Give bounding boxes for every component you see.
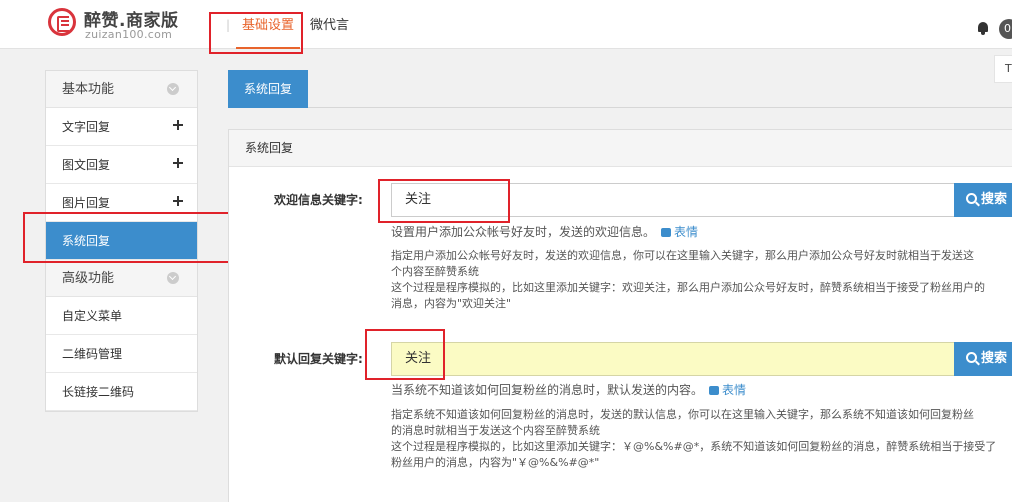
sidebar-item-label: 图片回复	[62, 196, 111, 210]
welcome-hint-text: 设置用户添加公众帐号好友时，发送的欢迎信息。	[391, 225, 656, 239]
desc-line: 粉丝用户的消息，内容为"￥@%&%#@*"	[391, 456, 600, 469]
sidebar-group-label: 高级功能	[62, 271, 115, 286]
sidebar-group-basic[interactable]: 基本功能	[46, 71, 197, 108]
welcome-hint: 设置用户添加公众帐号好友时，发送的欢迎信息。 表情	[391, 223, 698, 240]
emoticon-icon[interactable]	[661, 228, 672, 237]
chevron-down-icon	[167, 272, 179, 284]
highlight-default-input	[365, 329, 445, 380]
desc-line: 的消息时就相当于发送这个内容至醉赞系统	[391, 424, 600, 437]
desc-line: 这个过程是程序模拟的，比如这里添加关键字：￥@%&%#@*，系统不知道该如何回复…	[391, 440, 997, 453]
sidebar-item-qrcode-manage[interactable]: 二维码管理	[46, 335, 197, 373]
highlight-welcome-input	[378, 179, 510, 223]
panel-title: 系统回复	[229, 130, 1012, 167]
plus-icon[interactable]	[173, 196, 183, 206]
sidebar-item-label: 图文回复	[62, 158, 111, 172]
sidebar-item-custom-menu[interactable]: 自定义菜单	[46, 297, 197, 335]
user-badge[interactable]: 0	[999, 19, 1012, 39]
top-header: 醉赞.商家版 zuizan100.com | 基础设置 微代言 0	[0, 0, 1012, 49]
logo[interactable]: 醉赞.商家版 zuizan100.com	[48, 6, 228, 42]
highlight-nav-basic-settings	[209, 12, 303, 54]
tab-system-reply[interactable]: 系统回复	[228, 70, 308, 108]
search-icon	[966, 193, 977, 204]
desc-line: 这个过程是程序模拟的，比如这里添加关键字：欢迎关注，那么用户添加公众号好友时，醉…	[391, 281, 985, 294]
search-button-label: 搜索	[981, 351, 1008, 366]
sidebar-item-label: 长链接二维码	[62, 385, 135, 399]
sidebar-item-label: 文字回复	[62, 120, 111, 134]
system-reply-panel: 系统回复 欢迎信息关键字: 关注 搜索 设置用户添加公众帐号好友时，发送的欢迎信…	[228, 129, 1012, 502]
sidebar-item-label: 自定义菜单	[62, 309, 123, 323]
sidebar-group-label: 基本功能	[62, 82, 115, 97]
welcome-description: 指定用户添加公众帐号好友时，发送的欢迎信息，你可以在这里输入关键字，那么用户添加…	[391, 248, 985, 312]
emoticon-icon[interactable]	[709, 386, 720, 395]
default-search-button[interactable]: 搜索	[954, 342, 1012, 376]
right-edge-tip: T	[994, 55, 1012, 83]
search-button-label: 搜索	[981, 192, 1008, 207]
default-description: 指定系统不知道该如何回复粉丝的消息时，发送的默认信息，你可以在这里输入关键字，那…	[391, 407, 996, 471]
desc-line: 指定系统不知道该如何回复粉丝的消息时，发送的默认信息，你可以在这里输入关键字，那…	[391, 408, 974, 421]
logo-subtitle: zuizan100.com	[85, 28, 173, 41]
default-emote-link[interactable]: 表情	[722, 383, 746, 397]
chevron-down-icon	[167, 83, 179, 95]
default-keyword-label: 默认回复关键字:	[274, 352, 363, 366]
logo-icon	[48, 8, 76, 36]
welcome-keyword-label: 欢迎信息关键字:	[274, 193, 363, 207]
default-hint-text: 当系统不知道该如何回复粉丝的消息时，默认发送的内容。	[391, 383, 704, 397]
search-icon	[966, 352, 977, 363]
desc-line: 消息，内容为"欢迎关注"	[391, 297, 512, 310]
welcome-search-button[interactable]: 搜索	[954, 183, 1012, 217]
plus-icon[interactable]	[173, 120, 183, 130]
sidebar-item-text-reply[interactable]: 文字回复	[46, 108, 197, 146]
main-tab-bar: 系统回复	[228, 70, 1012, 108]
desc-line: 指定用户添加公众帐号好友时，发送的欢迎信息，你可以在这里输入关键字，那么用户添加…	[391, 249, 974, 262]
sidebar-item-long-link-qrcode[interactable]: 长链接二维码	[46, 373, 197, 411]
plus-icon[interactable]	[173, 158, 183, 168]
highlight-sidebar-system-reply	[23, 212, 230, 263]
sidebar-item-news-reply[interactable]: 图文回复	[46, 146, 197, 184]
desc-line: 个内容至醉赞系统	[391, 265, 479, 278]
welcome-emote-link[interactable]: 表情	[674, 225, 698, 239]
sidebar-item-label: 二维码管理	[62, 347, 123, 361]
sidebar-group-advanced[interactable]: 高级功能	[46, 260, 197, 297]
bell-icon[interactable]	[978, 22, 988, 35]
default-keyword-input[interactable]: 关注	[391, 342, 955, 376]
default-hint: 当系统不知道该如何回复粉丝的消息时，默认发送的内容。 表情	[391, 381, 746, 398]
nav-tab-wei-daiyan[interactable]: 微代言	[310, 14, 349, 49]
